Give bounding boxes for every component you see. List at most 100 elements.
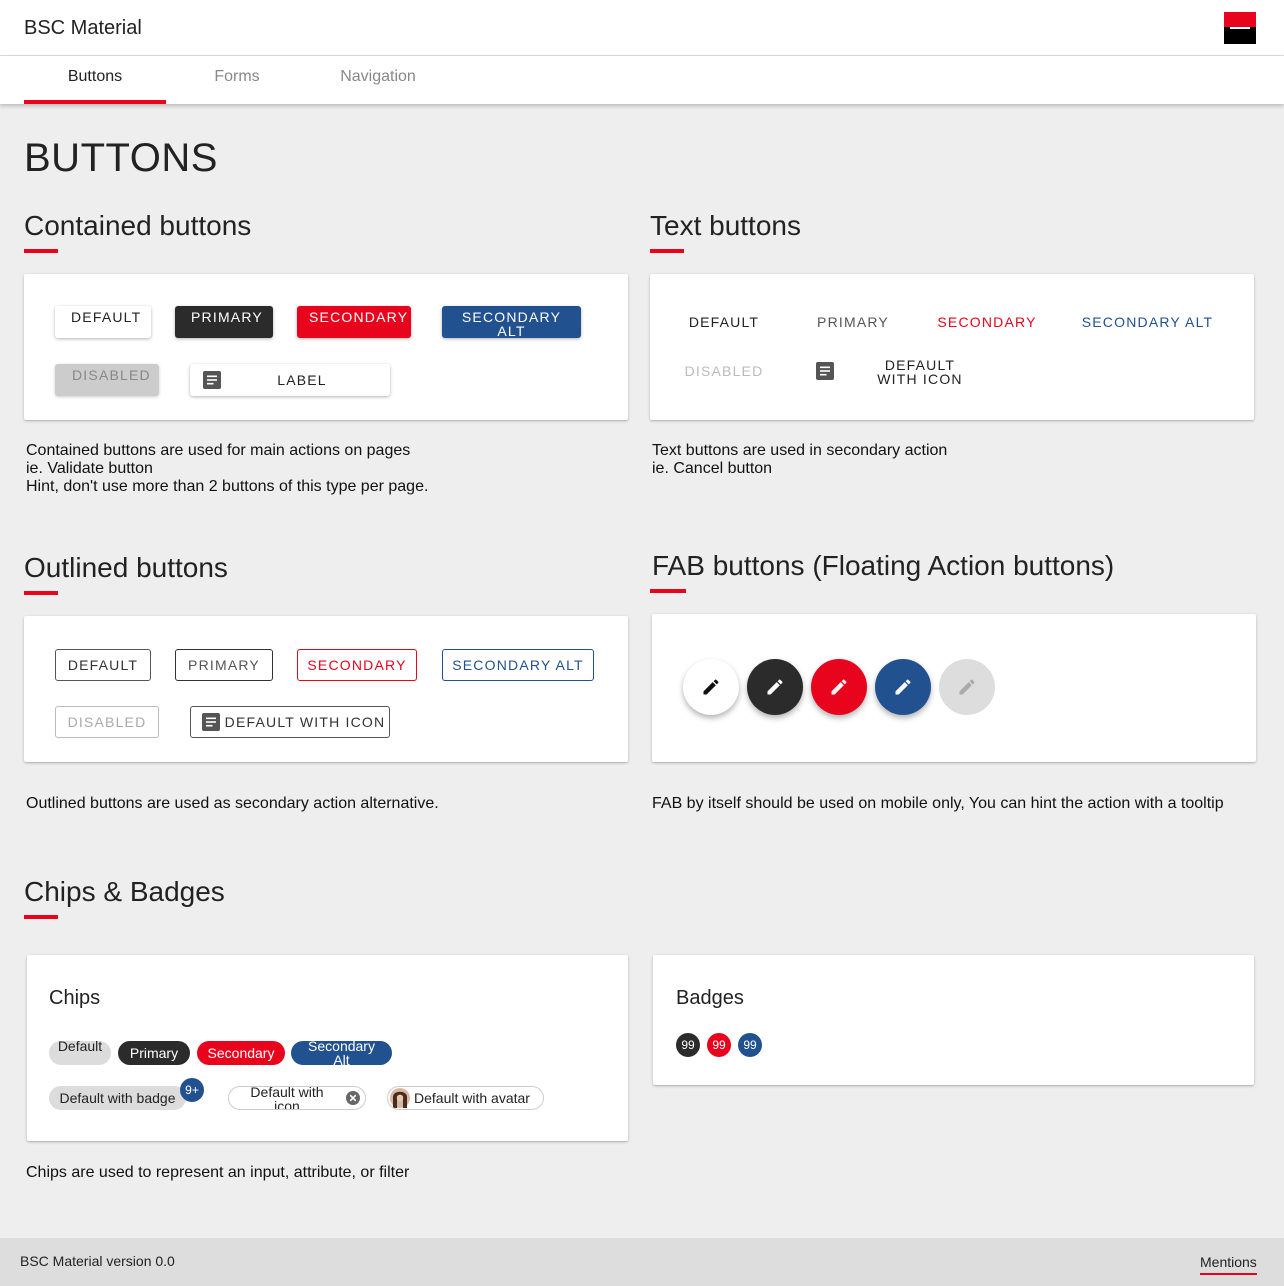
pencil-icon [831, 679, 847, 695]
tab-forms[interactable]: Forms [166, 56, 308, 104]
contained-icon-label: LABEL [277, 372, 327, 388]
mentions-link[interactable]: Mentions [1200, 1254, 1257, 1275]
chip-default[interactable]: Default [49, 1041, 111, 1065]
pencil-icon [703, 679, 719, 695]
fab-secondary-alt-button[interactable] [875, 659, 931, 715]
contained-disabled-label: DISABLED [72, 367, 151, 383]
fab-title: FAB buttons (Floating Action buttons) [652, 550, 1115, 581]
outlined-secondary-label: SECONDARY [307, 657, 407, 673]
fab-secondary-button[interactable] [811, 659, 867, 715]
chips-card: Chips Default Primary Secondary Secondar… [27, 955, 628, 1141]
contained-secondary-alt-button[interactable]: SECONDARY ALT [442, 306, 581, 338]
text-buttons-accent [650, 249, 684, 253]
outlined-icon-button[interactable]: DEFAULT WITH ICON [190, 706, 390, 738]
text-buttons-description-line: ie. Cancel button [652, 460, 773, 477]
chip-default-label: Default [57, 1041, 103, 1054]
chip-secondary-alt-label: Secondary Alt [308, 1041, 375, 1065]
outlined-default-button[interactable]: DEFAULT [55, 649, 151, 681]
contained-secondary-label: SECONDARY [309, 309, 409, 325]
text-buttons-description-line: Text buttons are used in secondary actio… [652, 442, 948, 459]
outlined-default-label: DEFAULT [67, 657, 139, 673]
chip-primary-label: Primary [129, 1045, 179, 1061]
chip-with-avatar[interactable]: Default with avatar [387, 1086, 544, 1110]
outlined-description: Outlined buttons are used as secondary a… [26, 795, 439, 812]
contained-description-line: ie. Validate button [26, 460, 153, 477]
app-title: BSC Material [24, 17, 142, 39]
fab-card [652, 614, 1256, 762]
brand-logo[interactable] [1224, 12, 1256, 44]
chips-badges-title: Chips & Badges [24, 876, 225, 907]
contained-disabled-button: DISABLED [55, 364, 159, 396]
footer-version: BSC Material version 0.0 [20, 1253, 175, 1269]
text-icon-button[interactable]: DEFAULT WITH ICON [808, 354, 988, 386]
chip-badge: 9+ [180, 1078, 204, 1102]
badge-secondary: 99 [707, 1033, 731, 1057]
outlined-secondary-alt-button[interactable]: SECONDARY ALT [442, 649, 594, 681]
badges-card: Badges 99 99 99 [653, 955, 1254, 1085]
chips-description: Chips are used to represent an input, at… [26, 1164, 410, 1181]
footer: BSC Material version 0.0 Mentions [0, 1238, 1284, 1286]
chip-secondary-alt[interactable]: Secondary Alt [291, 1041, 392, 1065]
chip-secondary[interactable]: Secondary [197, 1041, 285, 1065]
contained-default-button[interactable]: DEFAULT [55, 306, 151, 338]
app-bar: BSC Material [0, 0, 1284, 56]
chip-with-badge[interactable]: Default with badge [49, 1086, 186, 1110]
text-default-button[interactable]: DEFAULT [676, 306, 772, 338]
text-primary-label: PRIMARY [817, 314, 889, 330]
fab-accent [650, 589, 686, 593]
chip-secondary-label: Secondary [207, 1045, 275, 1061]
document-icon [816, 362, 834, 380]
close-circle-icon[interactable] [346, 1091, 360, 1105]
contained-title: Contained buttons [24, 210, 252, 241]
chips-badges-accent [24, 915, 58, 919]
tab-bar: Buttons Forms Navigation [0, 56, 1284, 104]
contained-primary-button[interactable]: PRIMARY [175, 306, 273, 338]
tab-navigation[interactable]: Navigation [307, 56, 449, 104]
contained-description-line: Hint, don't use more than 2 buttons of t… [26, 478, 429, 495]
text-secondary-alt-button[interactable]: SECONDARY ALT [1076, 306, 1219, 338]
chip-with-icon[interactable]: Default with icon [228, 1086, 366, 1110]
fab-description: FAB by itself should be used on mobile o… [652, 795, 1224, 812]
chips-card-title: Chips [49, 987, 101, 1009]
avatar [390, 1088, 410, 1108]
outlined-disabled-label: DISABLED [67, 714, 147, 730]
fab-disabled-button [939, 659, 995, 715]
outlined-primary-label: PRIMARY [188, 657, 260, 673]
text-secondary-button[interactable]: SECONDARY [930, 306, 1044, 338]
text-disabled-button: DISABLED [676, 355, 772, 387]
outlined-disabled-button: DISABLED [55, 706, 159, 738]
badge-secondary-alt: 99 [738, 1033, 762, 1057]
contained-description: Contained buttons are used for main acti… [26, 442, 428, 496]
page-title: BUTTONS [24, 136, 218, 180]
document-icon [202, 713, 220, 731]
contained-secondary-button[interactable]: SECONDARY [297, 306, 411, 338]
chip-primary[interactable]: Primary [118, 1041, 190, 1065]
document-icon [203, 371, 221, 389]
chip-with-icon-label: Default with icon [250, 1086, 324, 1110]
contained-icon-button[interactable]: LABEL [190, 364, 390, 396]
fab-primary-button[interactable] [747, 659, 803, 715]
outlined-secondary-alt-label: SECONDARY ALT [452, 657, 584, 673]
outlined-secondary-button[interactable]: SECONDARY [297, 649, 417, 681]
text-primary-button[interactable]: PRIMARY [804, 306, 902, 338]
text-buttons-card: DEFAULT PRIMARY SECONDARY SECONDARY ALT … [650, 274, 1254, 420]
contained-default-label: DEFAULT [71, 309, 142, 325]
pencil-icon [767, 679, 783, 695]
text-buttons-description: Text buttons are used in secondary actio… [652, 442, 947, 478]
outlined-icon-label: DEFAULT WITH ICON [224, 714, 386, 730]
outlined-accent [24, 591, 58, 595]
contained-card: DEFAULT PRIMARY SECONDARY SECONDARY ALT … [24, 274, 628, 420]
contained-description-line: Contained buttons are used for main acti… [26, 442, 411, 459]
text-secondary-label: SECONDARY [937, 314, 1037, 330]
tab-buttons[interactable]: Buttons [24, 56, 166, 104]
fab-default-button[interactable] [683, 659, 739, 715]
text-buttons-title: Text buttons [650, 210, 801, 241]
chip-with-badge-label: Default with badge [59, 1090, 176, 1106]
outlined-title: Outlined buttons [24, 552, 228, 583]
pencil-icon [959, 679, 975, 695]
text-icon-label: DEFAULT WITH ICON [877, 357, 963, 386]
outlined-primary-button[interactable]: PRIMARY [175, 649, 273, 681]
outlined-card: DEFAULT PRIMARY SECONDARY SECONDARY ALT … [24, 616, 628, 762]
pencil-icon [895, 679, 911, 695]
text-default-label: DEFAULT [688, 314, 760, 330]
